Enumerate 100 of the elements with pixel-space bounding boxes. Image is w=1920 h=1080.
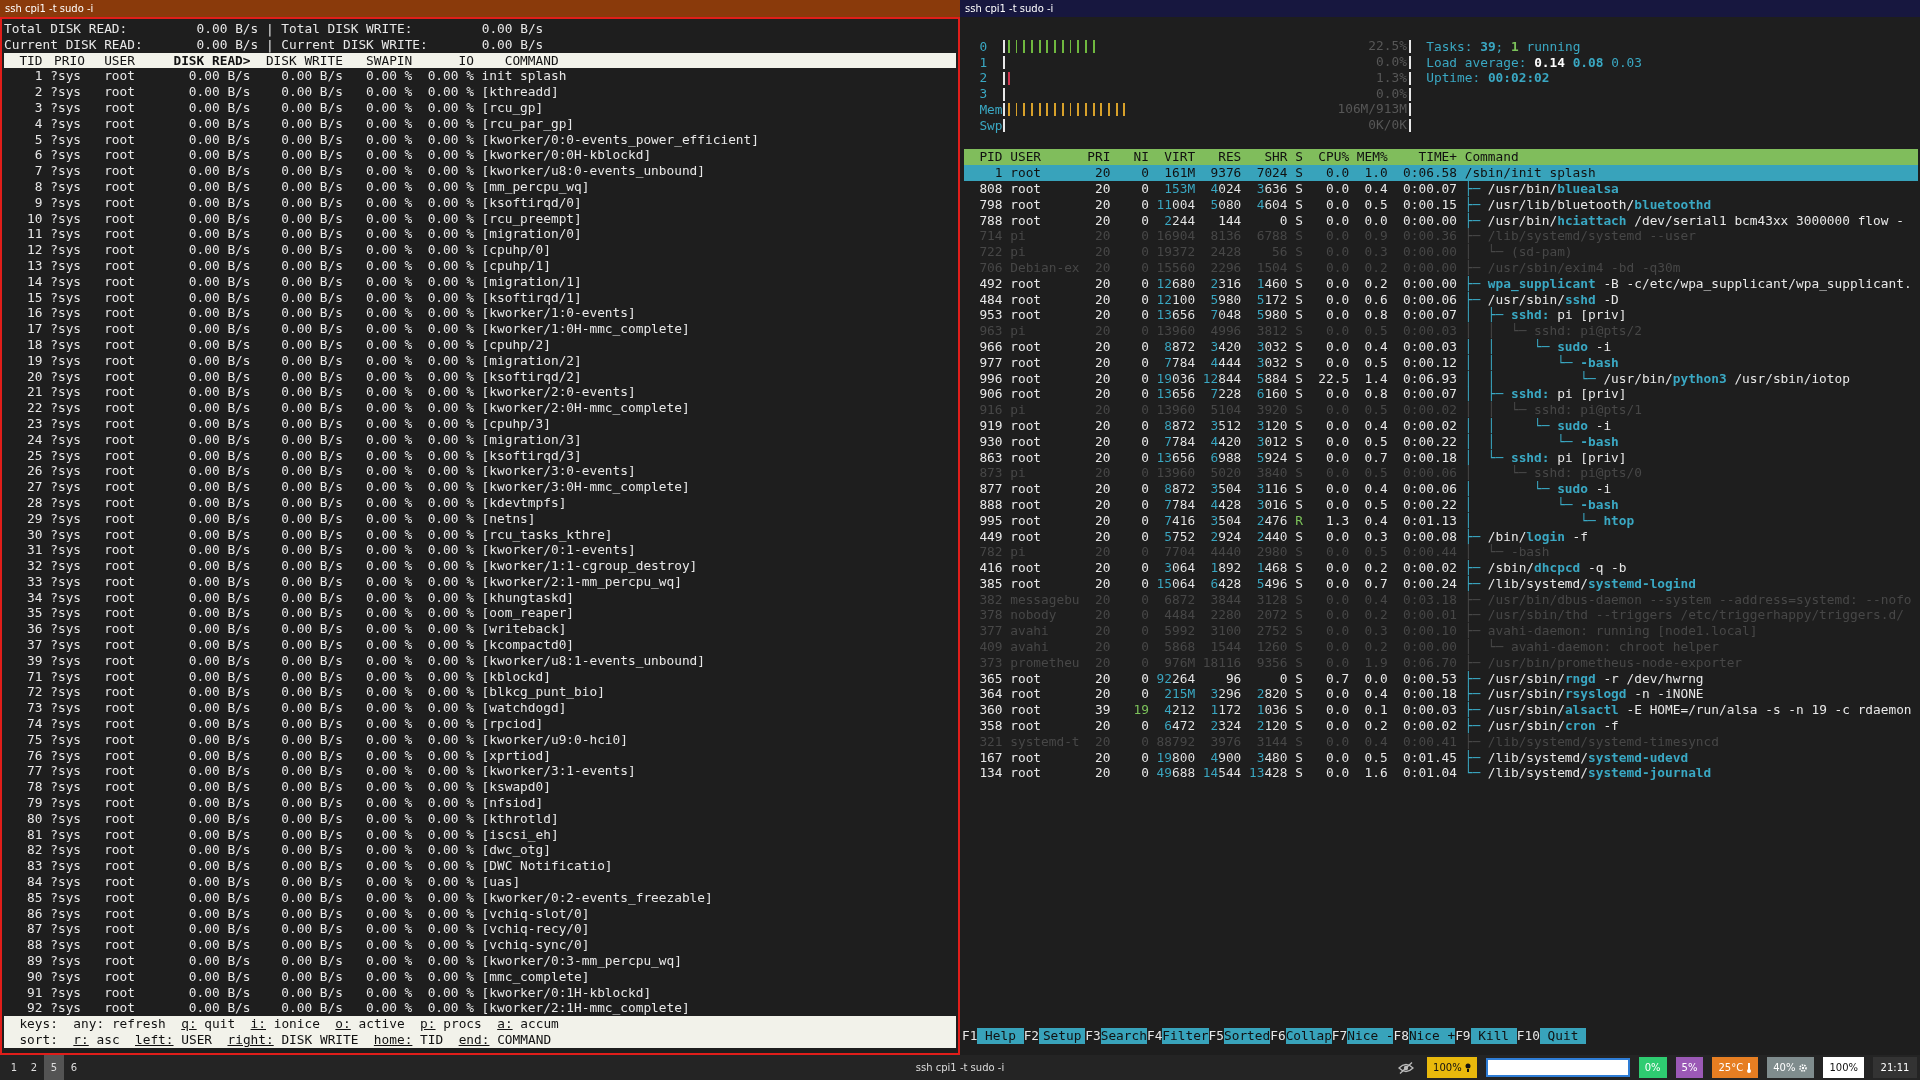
table-cell-text: 0.00 % [365, 242, 413, 258]
table-cell-text: 0.00 % [426, 889, 474, 906]
table-cell-text: 75 [26, 731, 43, 748]
table-cell-text: root [104, 668, 136, 685]
table-cell-text: root [104, 494, 136, 511]
table-cell-text: 0.0 [1325, 702, 1350, 719]
workspace-button[interactable]: 2 [24, 1055, 44, 1080]
table-cell-text: root [104, 937, 136, 953]
workspace-button[interactable]: 1 [4, 1055, 24, 1080]
workspace-button[interactable]: 6 [64, 1055, 84, 1080]
table-cell-text: 0.00 % [426, 573, 474, 590]
table-cell-text: root [104, 968, 136, 985]
table-cell-text: root [104, 305, 136, 322]
table-cell-text: ?sys [49, 652, 83, 669]
table-cell-text: root [1009, 686, 1043, 703]
table-cell-text: 0 [1140, 386, 1149, 403]
table-cell-text: 20 [1093, 370, 1111, 387]
table-cell-text: ├─ /sbin/dhcpcd -q -b [1463, 560, 1627, 576]
table-cell-text: │ ├─ sshd: pi [priv] [1463, 307, 1627, 323]
selected-row[interactable]: 1 root 20 0 161M 9376 7024 S 0.0 1.0 0:06.58 /sbin/init splash [964, 165, 1918, 181]
table-cell-text: 0.00 B/s [280, 147, 343, 164]
table-cell-text: 0.00 B/s [280, 368, 343, 385]
table-cell-text: 0:00.07 [1402, 307, 1457, 324]
shortcut-hint: p: procs [420, 1016, 482, 1032]
table-cell-text: 0.00 % [426, 510, 474, 527]
table-cell-text: S [1294, 749, 1303, 766]
table-cell-text: 0.0 [1325, 180, 1350, 197]
table-cell-text: root [104, 874, 136, 890]
table-cell-text: 0.00 % [365, 731, 413, 748]
table-cell-text: 26 [26, 463, 43, 480]
table-cell-text: 0.00 B/s [280, 415, 343, 432]
table-cell-text: 0.8 [1363, 307, 1388, 324]
table-cell-text: root [104, 479, 136, 495]
table-cell-text: 0.4 [1363, 686, 1388, 703]
input-field[interactable] [1485, 1058, 1630, 1077]
table-cell-text: ├─ /usr/sbin/alsactl -E HOME=/run/alsa -s -n 19 -c rdaemon [1463, 702, 1912, 718]
table-cell-text: root [104, 115, 136, 132]
table-cell-text: root [104, 178, 136, 195]
table-cell-text: 28 [26, 494, 43, 511]
table-cell-text: 18 [26, 336, 43, 353]
status-indicator: 21:11 [1873, 1057, 1917, 1078]
table-cell-text: 0.00 B/s [187, 700, 251, 717]
table-cell-text: 0 [1140, 165, 1149, 181]
table-cell-text: 0.00 % [365, 115, 413, 132]
table-cell-text: ?sys [49, 131, 83, 148]
table-cell-text: 20 [1093, 417, 1111, 434]
table-cell-text: 20 [1093, 575, 1111, 592]
table-cell-text: [kworker/1:1-cgroup_destroy] [480, 558, 698, 574]
table-cell-text: 0.0 [1363, 212, 1388, 229]
table-cell-text: │ │ └─ -bash [1463, 354, 1619, 371]
table-cell-text: root [104, 858, 136, 875]
table-cell-text: 20 [1093, 481, 1111, 497]
table-cell-text: 0.00 % [365, 795, 413, 811]
table-cell-text: ?sys [49, 194, 83, 211]
table-cell-text: 0.00 B/s [280, 700, 343, 717]
table-cell-text: 0.00 B/s [280, 779, 343, 796]
table-cell-text: ?sys [49, 874, 83, 890]
table-cell-text: 0.00 % [426, 368, 474, 385]
table-cell-text: 0.00 % [426, 589, 474, 606]
table-cell-text: 0.00 % [426, 242, 474, 258]
info-label: Tasks: [1426, 38, 1473, 55]
table-cell-text: root [104, 131, 136, 148]
table-cell-text: 0:00.18 [1402, 686, 1457, 703]
table-cell-text: ?sys [49, 953, 83, 969]
table-cell-text: root [104, 242, 136, 258]
table-cell-text: [kworker/0:1-events] [480, 542, 636, 559]
table-cell-text: 0.4 [1363, 180, 1388, 197]
table-cell-text: root [1009, 718, 1043, 734]
table-cell-text: ?sys [49, 968, 83, 985]
table-cell-text: 0.00 B/s [280, 763, 343, 780]
workspace-button[interactable]: 5 [44, 1055, 64, 1080]
table-cell-text: root [1009, 196, 1043, 213]
table-cell-text: 0.00 % [426, 352, 474, 369]
table-cell-text: 0.00 B/s [187, 384, 251, 401]
table-cell-text: 0.00 B/s [280, 968, 343, 985]
task-count: 39 [1480, 38, 1496, 55]
table-cell-text: 0.0 [1325, 165, 1350, 181]
table-cell-text: [kworker/2:0H-mmc_complete] [480, 400, 690, 416]
table-cell-text: [rcu_tasks_kthre] [480, 526, 613, 543]
table-cell-text: 0.00 % [365, 905, 413, 922]
table-cell-text: 13 [26, 257, 43, 274]
bulb-icon [1464, 1063, 1471, 1072]
table-cell-text: 0.00 % [426, 131, 474, 148]
table-cell-text: 22 [26, 400, 43, 416]
table-cell-text: 0.00 B/s [187, 668, 251, 685]
table-cell-text: 0.00 B/s [187, 763, 251, 780]
table-cell-text: 0.00 % [365, 889, 413, 906]
table-cell-text: S [1294, 275, 1303, 292]
table-cell-text: │ ├─ sshd: pi [priv] [1463, 386, 1627, 402]
table-cell-text: 0.00 % [365, 747, 413, 764]
table-cell-text: 0.00 % [365, 352, 413, 369]
column-header: VIRT [1163, 149, 1196, 166]
table-cell-text: 39 [26, 652, 43, 669]
table-cell-text: 0.0 [1325, 765, 1350, 782]
meter-reading: 22.5% [1368, 38, 1407, 54]
table-cell-text: ?sys [49, 368, 83, 385]
table-cell-text: 0 [1140, 481, 1149, 497]
table-cell-text: [kblockd] [480, 668, 551, 685]
table-cell-text: [uas] [480, 874, 521, 890]
table-cell-text: 0.00 B/s [280, 889, 343, 906]
